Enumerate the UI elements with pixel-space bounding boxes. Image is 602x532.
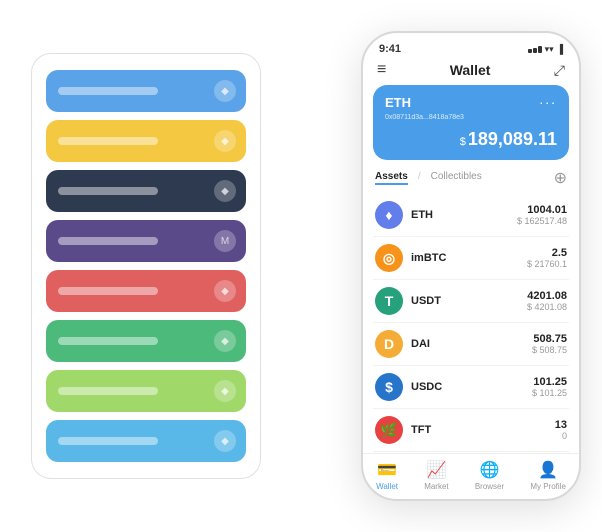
status-icons: ▾▾ ▐: [528, 44, 563, 55]
asset-icon-imbtc: ◎: [375, 244, 403, 272]
battery-icon: ▐: [557, 44, 563, 54]
back-panel-row-3: M: [46, 220, 246, 262]
asset-item[interactable]: 🌿 TFT130: [373, 409, 569, 452]
asset-amount-tft: 13: [555, 419, 567, 431]
back-panel-row-5: ◆: [46, 320, 246, 362]
eth-card: ETH ... 0x08711d3a...8418a78e3 $189,089.…: [373, 85, 569, 160]
bottom-nav-my-profile[interactable]: 👤 My Profile: [530, 460, 566, 491]
asset-usd-imbtc: $ 21760.1: [527, 259, 567, 269]
bottom-nav-icon-1: 📈: [426, 460, 446, 480]
asset-amount-eth: 1004.01: [517, 204, 567, 216]
eth-balance-amount: 189,089.11: [468, 129, 557, 149]
asset-values-usdc: 101.25$ 101.25: [532, 376, 567, 398]
asset-item[interactable]: ◎ imBTC2.5$ 21760.1: [373, 237, 569, 280]
asset-usd-eth: $ 162517.48: [517, 216, 567, 226]
tab-slash: /: [418, 171, 421, 185]
asset-name-usdc: USDC: [411, 381, 532, 393]
bottom-nav: 💳 Wallet 📈 Market 🌐 Browser 👤 My Profile: [363, 453, 579, 499]
asset-item[interactable]: D DAI508.75$ 508.75: [373, 323, 569, 366]
asset-icon-eth: ♦: [375, 201, 403, 229]
asset-values-dai: 508.75$ 508.75: [532, 333, 567, 355]
asset-amount-dai: 508.75: [532, 333, 567, 345]
bottom-nav-icon-3: 👤: [538, 460, 558, 480]
back-panel-row-1: ◆: [46, 120, 246, 162]
asset-name-imbtc: imBTC: [411, 252, 527, 264]
phone-nav: ≡ Wallet ⤢: [363, 57, 579, 85]
bottom-nav-label-2: Browser: [475, 482, 504, 491]
eth-card-title: ETH: [385, 95, 411, 110]
bottom-nav-label-0: Wallet: [376, 482, 398, 491]
eth-card-header: ETH ...: [385, 95, 557, 110]
asset-values-tft: 130: [555, 419, 567, 441]
asset-values-imbtc: 2.5$ 21760.1: [527, 247, 567, 269]
asset-item[interactable]: T USDT4201.08$ 4201.08: [373, 280, 569, 323]
asset-values-usdt: 4201.08$ 4201.08: [527, 290, 567, 312]
asset-name-usdt: USDT: [411, 295, 527, 307]
expand-icon[interactable]: ⤢: [554, 62, 565, 79]
bottom-nav-label-3: My Profile: [530, 482, 566, 491]
eth-card-address: 0x08711d3a...8418a78e3: [385, 114, 557, 121]
asset-name-eth: ETH: [411, 209, 517, 221]
asset-values-eth: 1004.01$ 162517.48: [517, 204, 567, 226]
back-panel-row-7: ◆: [46, 420, 246, 462]
asset-icon-dai: D: [375, 330, 403, 358]
menu-icon[interactable]: ≡: [377, 61, 386, 79]
asset-item[interactable]: ♦ ETH1004.01$ 162517.48: [373, 194, 569, 237]
back-panel-row-4: ◆: [46, 270, 246, 312]
phone-frame: 9:41 ▾▾ ▐ ≡ Wallet ⤢ ETH ... 0x08: [361, 31, 581, 501]
assets-tabs: Assets / Collectibles: [375, 171, 482, 185]
asset-amount-usdt: 4201.08: [527, 290, 567, 302]
asset-usd-dai: $ 508.75: [532, 345, 567, 355]
back-panel-row-0: ◆: [46, 70, 246, 112]
asset-amount-usdc: 101.25: [532, 376, 567, 388]
asset-icon-usdc: $: [375, 373, 403, 401]
bottom-nav-market[interactable]: 📈 Market: [424, 460, 448, 491]
asset-usd-usdt: $ 4201.08: [527, 302, 567, 312]
tab-assets[interactable]: Assets: [375, 171, 408, 185]
asset-amount-imbtc: 2.5: [527, 247, 567, 259]
back-panel-row-2: ◆: [46, 170, 246, 212]
back-panel-row-6: ◆: [46, 370, 246, 412]
add-asset-button[interactable]: ⊕: [554, 168, 567, 188]
bottom-nav-label-1: Market: [424, 482, 448, 491]
asset-icon-usdt: T: [375, 287, 403, 315]
asset-list: ♦ ETH1004.01$ 162517.48 ◎ imBTC2.5$ 21760.1…: [363, 194, 579, 453]
asset-item[interactable]: $ USDC101.25$ 101.25: [373, 366, 569, 409]
eth-card-more-button[interactable]: ...: [539, 91, 557, 107]
asset-usd-tft: 0: [555, 431, 567, 441]
asset-name-dai: DAI: [411, 338, 532, 350]
eth-card-balance: $189,089.11: [385, 129, 557, 150]
bottom-nav-icon-2: 🌐: [480, 460, 500, 480]
scene: ◆ ◆ ◆ M ◆ ◆ ◆ ◆ 9:41 ▾▾ ▐ ≡ Wallet ⤢: [11, 11, 591, 521]
status-time: 9:41: [379, 43, 401, 55]
assets-header: Assets / Collectibles ⊕: [363, 168, 579, 194]
asset-icon-tft: 🌿: [375, 416, 403, 444]
wifi-icon: ▾▾: [545, 44, 554, 55]
eth-balance-dollar: $: [460, 136, 466, 148]
bottom-nav-browser[interactable]: 🌐 Browser: [475, 460, 504, 491]
back-panel: ◆ ◆ ◆ M ◆ ◆ ◆ ◆: [31, 53, 261, 479]
bottom-nav-wallet[interactable]: 💳 Wallet: [376, 460, 398, 491]
asset-name-tft: TFT: [411, 424, 555, 436]
nav-title: Wallet: [450, 62, 491, 78]
status-bar: 9:41 ▾▾ ▐: [363, 33, 579, 57]
asset-usd-usdc: $ 101.25: [532, 388, 567, 398]
bottom-nav-icon-0: 💳: [377, 460, 397, 480]
tab-collectibles[interactable]: Collectibles: [431, 171, 482, 185]
